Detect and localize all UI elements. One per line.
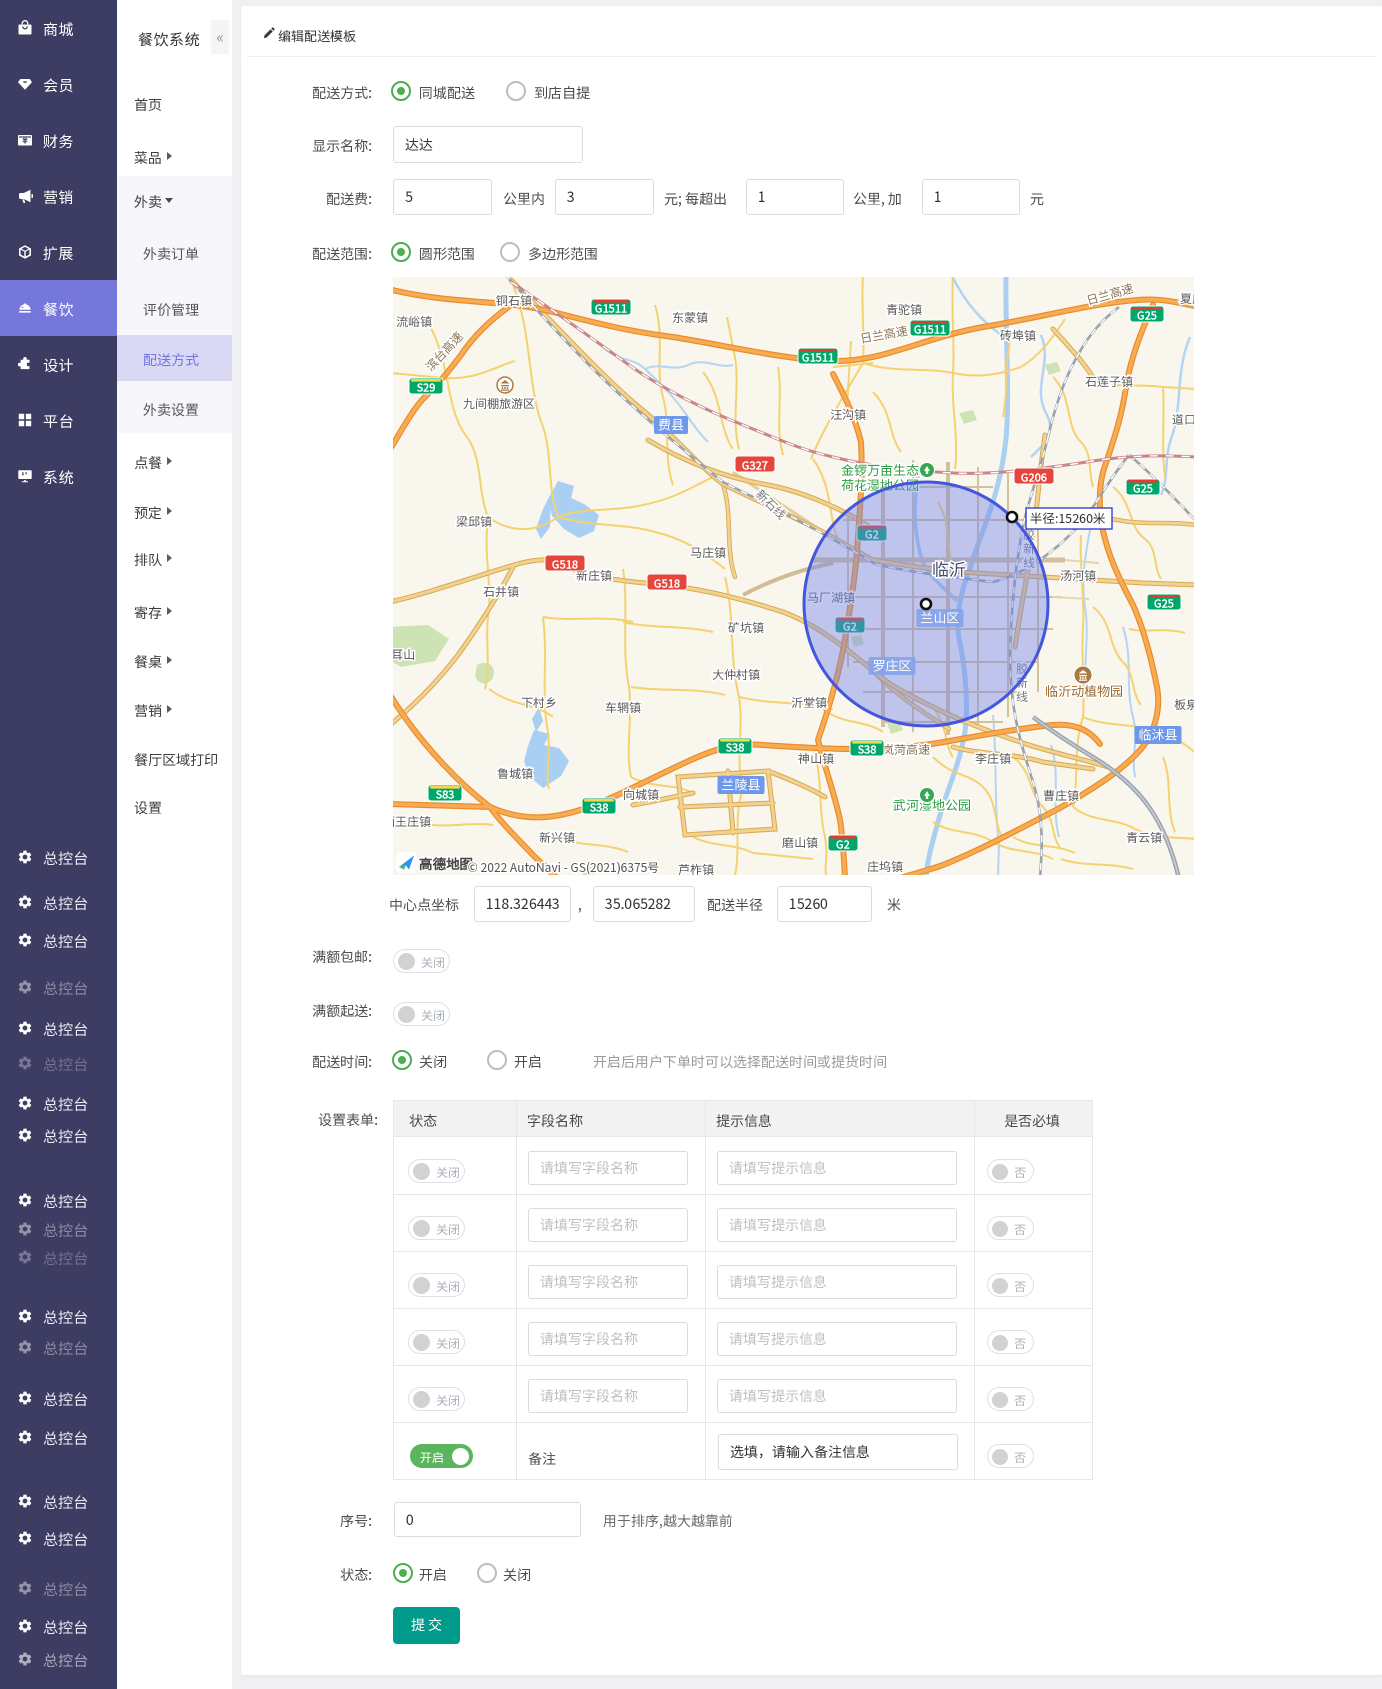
svg-text:兰陵县: 兰陵县 bbox=[721, 775, 760, 794]
svg-text:G2: G2 bbox=[836, 837, 850, 853]
svg-text:铜石镇: 铜石镇 bbox=[496, 292, 532, 309]
svg-text:© 2022 AutoNavi - GS(2021)6375: © 2022 AutoNavi - GS(2021)6375号 bbox=[468, 859, 659, 875]
svg-text:费县: 费县 bbox=[658, 415, 684, 434]
svg-text:庄坞镇: 庄坞镇 bbox=[867, 858, 903, 875]
svg-text:岚菏高速: 岚菏高速 bbox=[881, 741, 930, 758]
svg-text:马庄镇: 马庄镇 bbox=[690, 544, 726, 561]
svg-text:西王庄镇: 西王庄镇 bbox=[393, 813, 431, 830]
svg-text:G25: G25 bbox=[1133, 481, 1154, 497]
svg-text:石莲子镇: 石莲子镇 bbox=[1085, 373, 1133, 390]
svg-text:汪沟镇: 汪沟镇 bbox=[830, 406, 866, 423]
svg-text:流峪镇: 流峪镇 bbox=[396, 313, 432, 330]
svg-text:李庄镇: 李庄镇 bbox=[975, 750, 1011, 767]
svg-text:九间棚旅游区: 九间棚旅游区 bbox=[463, 395, 535, 412]
svg-text:曹庄镇: 曹庄镇 bbox=[1043, 787, 1079, 804]
svg-text:车辋镇: 车辋镇 bbox=[605, 699, 641, 716]
svg-text:S29: S29 bbox=[417, 380, 437, 396]
svg-text:砖埠镇: 砖埠镇 bbox=[1000, 327, 1036, 344]
svg-text:临沂: 临沂 bbox=[932, 556, 966, 581]
svg-text:沂堂镇: 沂堂镇 bbox=[791, 694, 827, 711]
svg-text:S83: S83 bbox=[436, 787, 455, 803]
svg-text:下村乡: 下村乡 bbox=[521, 694, 557, 711]
svg-text:青云镇: 青云镇 bbox=[1126, 829, 1162, 846]
svg-text:夏庄: 夏庄 bbox=[1180, 290, 1194, 307]
svg-text:G206: G206 bbox=[1021, 470, 1048, 486]
svg-text:S38: S38 bbox=[590, 800, 610, 816]
svg-text:石井镇: 石井镇 bbox=[483, 583, 519, 600]
svg-text:鲁城镇: 鲁城镇 bbox=[497, 765, 533, 782]
svg-text:兰山区: 兰山区 bbox=[920, 608, 959, 627]
svg-text:神山镇: 神山镇 bbox=[798, 750, 834, 767]
svg-text:板泉: 板泉 bbox=[1174, 696, 1194, 713]
svg-text:芦柞镇: 芦柞镇 bbox=[678, 861, 714, 875]
svg-text:青驼镇: 青驼镇 bbox=[886, 301, 922, 318]
svg-text:汤河镇: 汤河镇 bbox=[1060, 567, 1096, 584]
svg-text:罗庄区: 罗庄区 bbox=[872, 656, 911, 675]
svg-text:G25: G25 bbox=[1154, 596, 1175, 612]
svg-text:东蒙镇: 东蒙镇 bbox=[672, 309, 708, 326]
svg-text:临沭县: 临沭县 bbox=[1138, 725, 1177, 744]
svg-text:G327: G327 bbox=[742, 458, 768, 474]
svg-text:磨山镇: 磨山镇 bbox=[781, 834, 818, 851]
svg-text:S38: S38 bbox=[858, 742, 878, 758]
svg-text:矿坑镇: 矿坑镇 bbox=[728, 619, 764, 636]
svg-text:新兴镇: 新兴镇 bbox=[539, 829, 575, 846]
svg-text:梁邱镇: 梁邱镇 bbox=[455, 513, 492, 530]
svg-text:G25: G25 bbox=[1137, 308, 1158, 324]
svg-text:G518: G518 bbox=[552, 557, 579, 573]
svg-text:半径:15260米: 半径:15260米 bbox=[1030, 508, 1106, 527]
svg-text:道口: 道口 bbox=[1172, 411, 1194, 428]
svg-text:G1511: G1511 bbox=[914, 322, 946, 338]
svg-text:大仲村镇: 大仲村镇 bbox=[712, 666, 760, 683]
svg-text:向城镇: 向城镇 bbox=[623, 786, 659, 803]
svg-text:G1511: G1511 bbox=[595, 301, 627, 317]
svg-text:G518: G518 bbox=[654, 576, 681, 592]
svg-text:高德地图: 高德地图 bbox=[419, 853, 473, 873]
svg-text:耳山: 耳山 bbox=[393, 646, 415, 663]
svg-text:S38: S38 bbox=[726, 740, 746, 756]
svg-text:G1511: G1511 bbox=[802, 350, 834, 366]
